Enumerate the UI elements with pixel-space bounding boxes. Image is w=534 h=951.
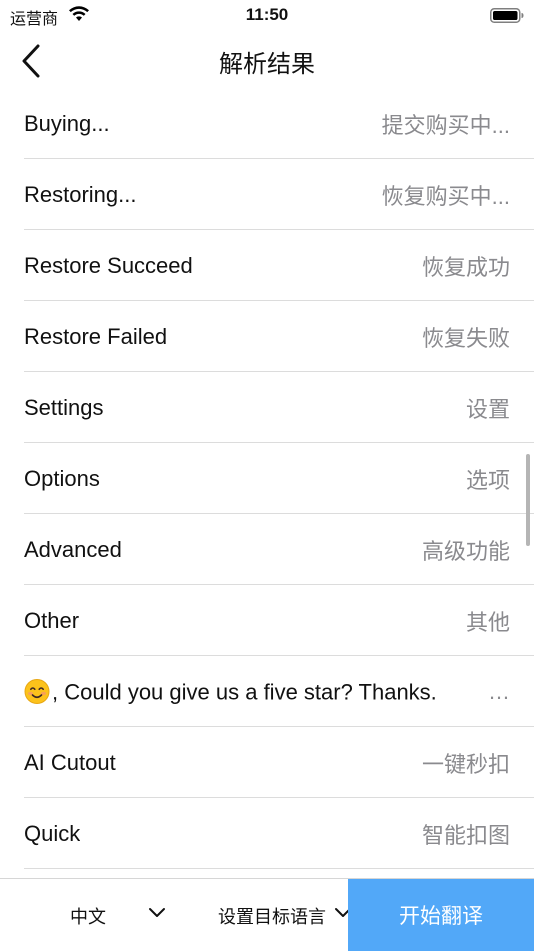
item-value: 智能扣图 [421,822,510,848]
item-key: Buying... [24,110,110,136]
item-value: 其他 [465,609,510,635]
scroll-indicator[interactable] [526,454,530,546]
row-divider [24,868,534,869]
list-item[interactable]: Options 选项 [0,443,534,514]
chevron-left-icon [22,44,40,78]
page-title: 解析结果 [219,51,315,78]
list-item[interactable]: , Could you give us a five star? Thanks.… [0,656,534,727]
list-item[interactable]: Quick 智能扣图 [0,798,534,869]
chevron-down-icon [149,908,165,917]
item-value: 设置 [465,396,510,422]
item-value: 选项 [465,467,510,493]
source-language-selector[interactable]: 中文 [0,879,190,951]
item-value: 一键秒扣 [421,751,510,777]
back-button[interactable] [14,42,50,80]
source-language-label: 中文 [70,907,106,927]
smiling-face-icon [24,678,50,704]
item-key: AI Cutout [24,749,116,775]
item-key: Advanced [24,536,122,562]
item-value: 恢复失败 [421,325,510,351]
list-item[interactable]: Settings 设置 [0,372,534,443]
item-value: 恢复购买中... [381,183,510,209]
status-bar: 运营商 11:50 [0,0,534,30]
bottom-toolbar: 中文 设置目标语言 开始翻译 [0,878,534,951]
list-item[interactable]: Restore Succeed 恢复成功 [0,230,534,301]
list-item[interactable]: AI Cutout 一键秒扣 [0,727,534,798]
item-value: 高级功能 [421,538,510,564]
item-key: , Could you give us a five star? Thanks. [24,678,437,705]
item-value: … [488,678,510,704]
item-value: 恢复成功 [421,254,510,280]
item-value: 提交购买中... [381,112,510,138]
list-item[interactable]: Other 其他 [0,585,534,656]
item-key: Restore Failed [24,323,168,349]
target-language-label: 设置目标语言 [218,907,326,927]
item-key: Restoring... [24,181,137,207]
target-language-selector[interactable]: 设置目标语言 [200,879,351,951]
start-translate-button[interactable]: 开始翻译 [348,879,534,951]
list-item[interactable]: Advanced 高级功能 [0,514,534,585]
item-key-text: , Could you give us a five star? Thanks. [52,679,437,704]
item-key: Other [24,607,80,633]
item-key: Settings [24,394,104,420]
navigation-bar: 解析结果 [0,30,534,92]
list-item[interactable]: Restore Failed 恢复失败 [0,301,534,372]
translation-list[interactable]: Buying... 提交购买中... Restoring... 恢复购买中...… [0,92,534,878]
item-key: Options [24,465,100,491]
list-item[interactable]: Buying... 提交购买中... [0,92,534,159]
status-time: 11:50 [245,5,289,24]
list-item[interactable]: Restoring... 恢复购买中... [0,159,534,230]
battery-icon [490,8,524,23]
item-key: Quick [24,820,81,846]
item-key: Restore Succeed [24,252,193,278]
